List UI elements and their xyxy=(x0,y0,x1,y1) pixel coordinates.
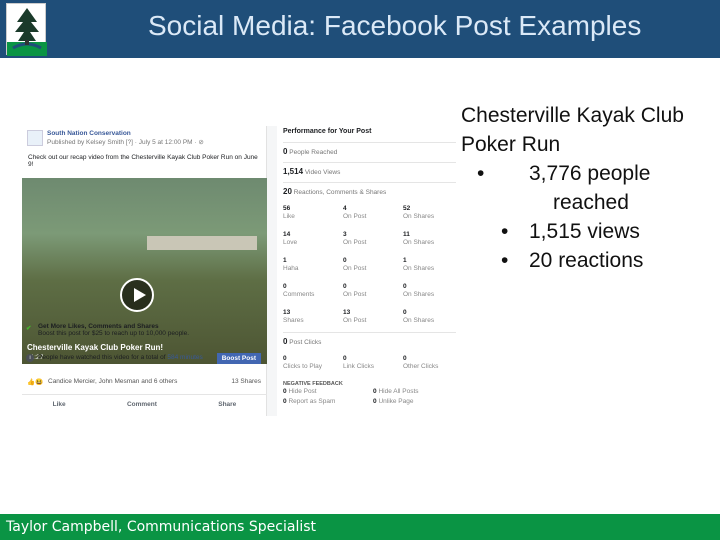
logo xyxy=(6,3,47,56)
neg-item: 0 Report as Spam xyxy=(283,398,336,405)
reaction-icons[interactable]: 👍😆 xyxy=(27,378,43,386)
summary-list: 3,776 people reached 1,515 views 20 reac… xyxy=(461,159,711,275)
info-icon: i xyxy=(26,354,34,362)
metric-cell: 0 On Post xyxy=(343,283,367,298)
boost-suggestion: ✔ Get More Likes, Comments and Shares Bo… xyxy=(22,321,267,343)
metric-cell: 56 Like xyxy=(283,205,295,220)
click-breakdown: 0 Clicks to Play 0 Link Clicks 0 Other Clic… xyxy=(283,352,456,378)
metric-cell: 14 Love xyxy=(283,231,298,246)
reactors[interactable]: Candice Mercier, John Mesman and 6 other… xyxy=(48,378,177,385)
neg-item: 0 Unlike Page xyxy=(373,398,414,405)
metric-cell: 13 Shares xyxy=(283,309,304,324)
watched-notice: i People have watched this video for a t… xyxy=(22,352,267,366)
bullet-reached: 3,776 people reached xyxy=(461,159,711,217)
neg-item: 0 Hide Post xyxy=(283,388,317,395)
reaction-breakdown: 56 Like 4 On Post 52 On Shares 14 Love 3 On P… xyxy=(283,202,456,332)
video-views: 1,514 Video Views xyxy=(283,162,456,182)
slide-header: Social Media: Facebook Post Examples xyxy=(0,0,720,58)
post-meta: Published by Kelsey Smith [?] · July 5 a… xyxy=(47,139,204,146)
video-dock xyxy=(147,236,257,250)
metric-cell: 1 Haha xyxy=(283,257,299,272)
bullet-views: 1,515 views xyxy=(461,217,711,246)
metric-cell: 0 Comments xyxy=(283,283,315,298)
metric-cell: 11 On Shares xyxy=(403,231,435,246)
metric-cell: 0 Clicks to Play xyxy=(283,355,323,370)
metric-cell: 4 On Post xyxy=(343,205,367,220)
metric-cell: 0 Link Clicks xyxy=(343,355,375,370)
watched-text: People have watched this video for a tot… xyxy=(38,354,166,361)
post-clicks: 0 Post Clicks xyxy=(283,332,456,352)
comment-button[interactable]: Comment xyxy=(127,401,157,408)
post-actions: Like Comment Share xyxy=(22,394,267,414)
metric-cell: 0 On Shares xyxy=(403,309,435,324)
boost-title: Get More Likes, Comments and Shares xyxy=(38,323,159,330)
facebook-screenshot: South Nation Conservation Published by K… xyxy=(22,126,462,416)
boost-post-button[interactable]: Boost Post xyxy=(216,353,261,364)
metric-cell: 3 On Post xyxy=(343,231,367,246)
boost-desc: Boost this post for $25 to reach up to 1… xyxy=(38,330,190,337)
bullet-reactions: 20 reactions xyxy=(461,246,711,275)
play-icon[interactable] xyxy=(120,278,154,312)
metric-cell: 0 On Shares xyxy=(403,283,435,298)
like-button[interactable]: Like xyxy=(53,401,66,408)
page-name[interactable]: South Nation Conservation xyxy=(47,130,131,137)
slide-footer: Taylor Campbell, Communications Speciali… xyxy=(0,514,720,540)
performance-panel: Performance for Your Post 0 People Reach… xyxy=(277,126,462,416)
metric-cell: 0 Other Clicks xyxy=(403,355,439,370)
metric-cell: 52 On Shares xyxy=(403,205,435,220)
tree-icon xyxy=(7,8,47,56)
reactions-bar: 👍😆 Candice Mercier, John Mesman and 6 ot… xyxy=(22,376,267,390)
metric-cell: 1 On Shares xyxy=(403,257,435,272)
check-icon: ✔ xyxy=(26,325,32,332)
negative-feedback: 0 Hide Post 0 Hide All Posts 0 Report as… xyxy=(283,387,456,407)
footer-text: Taylor Campbell, Communications Speciali… xyxy=(6,519,317,535)
performance-title: Performance for Your Post xyxy=(283,128,372,135)
neg-item: 0 Hide All Posts xyxy=(373,388,419,395)
reactions-total: 20 Reactions, Comments & Shares xyxy=(283,182,456,202)
summary-heading: Chesterville Kayak Club Poker Run xyxy=(461,104,684,156)
people-reached: 0 People Reached xyxy=(283,142,456,162)
video-title: Chesterville Kayak Club Poker Run! xyxy=(27,343,164,352)
share-button[interactable]: Share xyxy=(218,401,236,408)
post-text: Check out our recap video from the Chest… xyxy=(28,154,258,168)
metric-cell: 13 On Post xyxy=(343,309,367,324)
shares-count[interactable]: 13 Shares xyxy=(231,378,261,385)
slide-title: Social Media: Facebook Post Examples xyxy=(148,10,642,41)
page-avatar[interactable] xyxy=(27,130,43,146)
facebook-post: South Nation Conservation Published by K… xyxy=(22,126,267,416)
watched-minutes[interactable]: 584 minutes xyxy=(167,354,202,361)
metric-cell: 0 On Post xyxy=(343,257,367,272)
summary-text: Chesterville Kayak Club Poker Run 3,776 … xyxy=(461,101,711,275)
post-header: South Nation Conservation Published by K… xyxy=(22,126,266,154)
